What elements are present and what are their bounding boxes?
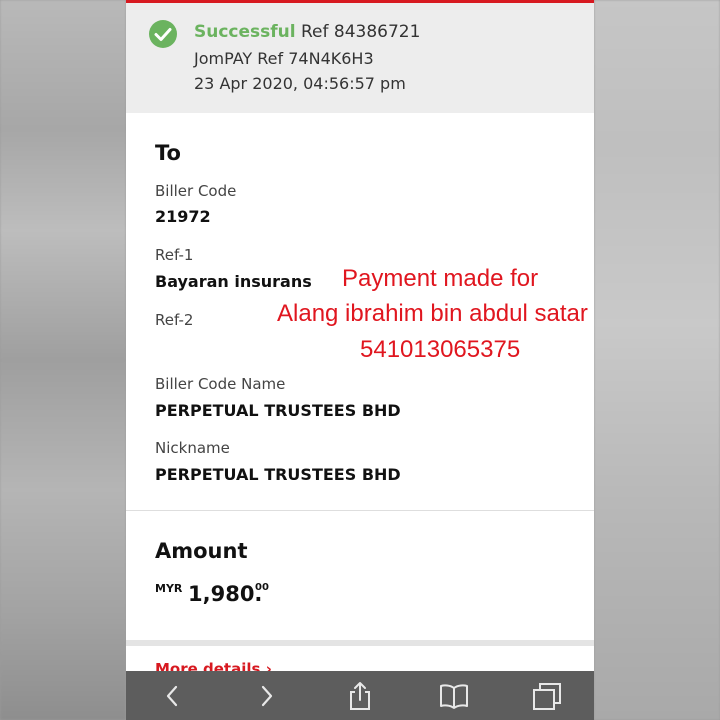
nickname-value: PERPETUAL TRUSTEES BHD [155, 465, 401, 484]
blurred-background-right [594, 0, 720, 720]
blurred-background-left [0, 0, 126, 720]
check-circle-icon [149, 20, 177, 48]
tabs-icon [533, 682, 562, 710]
amount-value: 1,980. [188, 582, 263, 606]
tabs-button[interactable] [522, 676, 572, 716]
ref1-value: Bayaran insurans [155, 272, 312, 291]
amount-heading: Amount [155, 539, 248, 563]
share-button[interactable] [335, 676, 385, 716]
back-icon [166, 685, 177, 706]
annotation-line-3: 541013065375 [360, 336, 521, 363]
transaction-status-panel: Successful Ref 84386721 JomPAY Ref 74N4K… [126, 3, 594, 113]
annotation-line-2: Alang ibrahim bin abdul satar [277, 300, 588, 327]
biller-code-label: Biller Code [155, 182, 237, 200]
biller-code-name-label: Biller Code Name [155, 375, 286, 393]
forward-button[interactable] [241, 676, 291, 716]
transaction-datetime: 23 Apr 2020, 04:56:57 pm [194, 74, 406, 93]
browser-toolbar [126, 671, 594, 720]
amount-cents: 00 [255, 582, 269, 593]
ref2-label: Ref-2 [155, 311, 194, 329]
section-separator [126, 640, 594, 646]
nickname-label: Nickname [155, 439, 230, 457]
status-line: Successful Ref 84386721 [194, 22, 420, 42]
annotation-line-1: Payment made for [342, 265, 539, 292]
share-icon [349, 681, 370, 710]
status-successful: Successful [194, 22, 296, 42]
section-divider [126, 510, 594, 511]
jompay-reference: JomPAY Ref 74N4K6H3 [194, 49, 374, 68]
back-button[interactable] [148, 676, 198, 716]
ref1-label: Ref-1 [155, 246, 194, 264]
biller-code-name-value: PERPETUAL TRUSTEES BHD [155, 401, 401, 420]
biller-code-value: 21972 [155, 207, 211, 226]
amount-currency: MYR [155, 582, 183, 595]
bookmarks-icon [439, 683, 468, 709]
forward-icon [262, 685, 273, 706]
to-heading: To [155, 141, 181, 165]
reference-number: Ref 84386721 [301, 22, 421, 42]
bookmarks-button[interactable] [429, 676, 479, 716]
